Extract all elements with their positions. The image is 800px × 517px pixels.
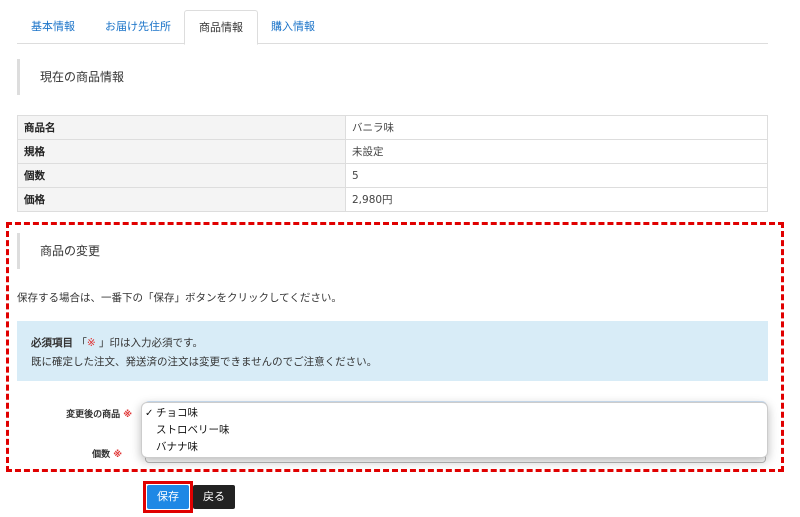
current-product-table: 商品名 バニラ味 規格 未設定 個数 5 価格 2,980円 — [17, 115, 768, 212]
table-row: 価格 2,980円 — [17, 187, 768, 212]
back-button[interactable]: 戻る — [193, 485, 235, 509]
table-row: 商品名 バニラ味 — [17, 115, 768, 140]
row-key: 価格 — [17, 187, 346, 212]
tab-basic-info[interactable]: 基本情報 — [17, 10, 89, 44]
save-button[interactable]: 保存 — [147, 485, 189, 509]
table-row: 規格 未設定 — [17, 139, 768, 164]
row-key: 規格 — [17, 139, 346, 164]
row-key: 個数 — [17, 163, 346, 188]
tab-product-info[interactable]: 商品情報 — [184, 10, 258, 45]
row-value: 未設定 — [345, 139, 768, 164]
tab-delivery-address[interactable]: お届け先住所 — [91, 10, 185, 44]
row-key: 商品名 — [17, 115, 346, 140]
row-value: バニラ味 — [345, 115, 768, 140]
tab-purchase-info[interactable]: 購入情報 — [257, 10, 329, 44]
tab-bar: 基本情報 お届け先住所 商品情報 購入情報 — [17, 10, 768, 45]
highlight-box — [6, 222, 784, 472]
table-row: 個数 5 — [17, 163, 768, 188]
row-value: 5 — [345, 163, 768, 188]
current-product-heading: 現在の商品情報 — [17, 59, 124, 95]
row-value: 2,980円 — [345, 187, 768, 212]
